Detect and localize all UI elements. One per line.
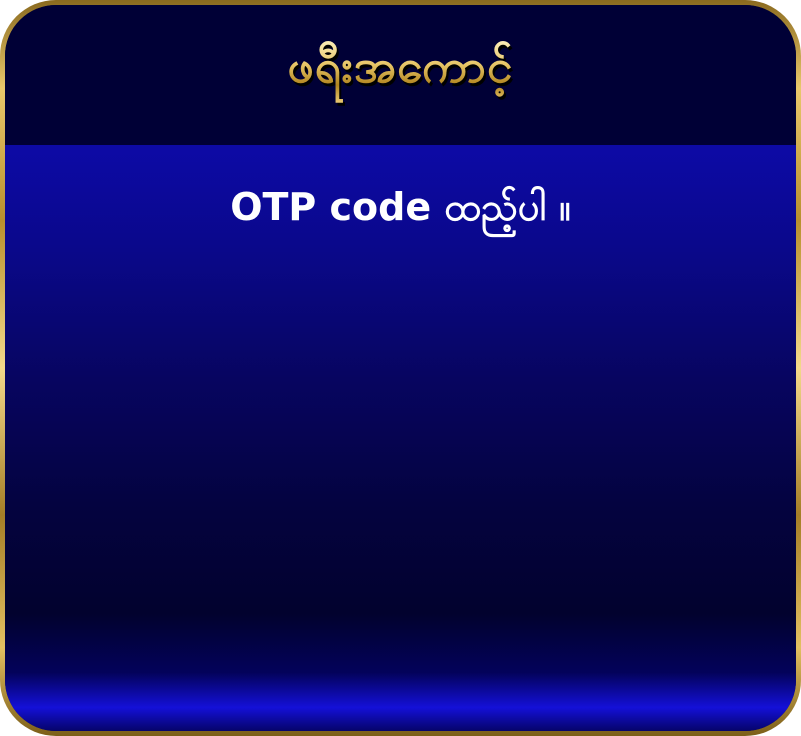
dialog-header: ဖရီးအကောင့် xyxy=(5,5,796,145)
dialog-panel: ဖရီးအကောင့် OTP code ထည့်ပါ ။ xyxy=(5,5,796,731)
dialog-body: OTP code ထည့်ပါ ။ xyxy=(5,145,796,731)
dialog-title: ဖရီးအကောင့် xyxy=(287,38,513,105)
otp-prompt-message: OTP code ထည့်ပါ ။ xyxy=(230,185,571,229)
dialog-frame: ဖရီးအကောင့် OTP code ထည့်ပါ ။ xyxy=(0,0,801,736)
